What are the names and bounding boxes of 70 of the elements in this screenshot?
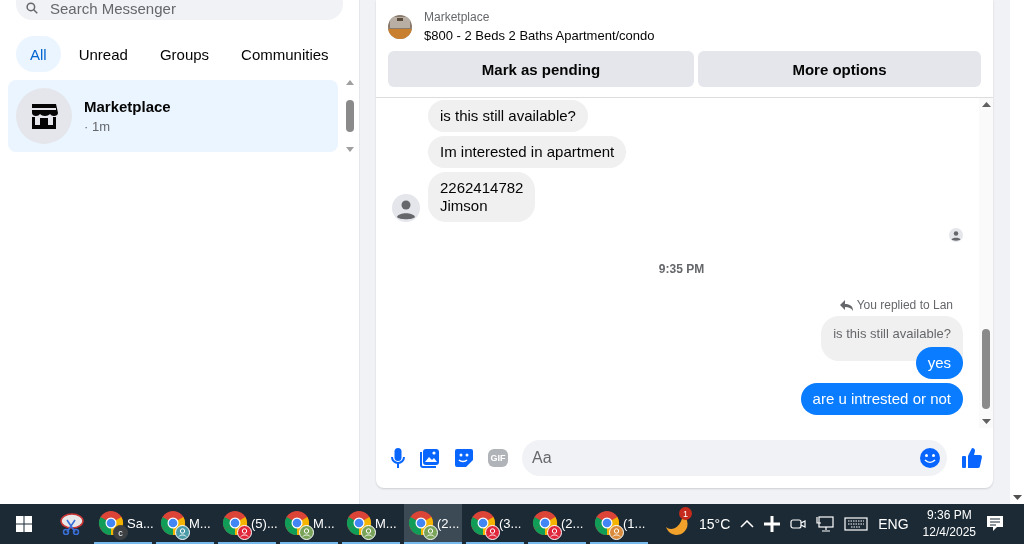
scroll-down-icon[interactable] (981, 419, 991, 424)
scroll-down-icon[interactable] (1012, 495, 1022, 500)
app-label: M... (313, 515, 335, 531)
scrollbar-thumb[interactable] (982, 329, 990, 409)
filter-tab[interactable]: All (16, 36, 61, 72)
camera-icon[interactable] (790, 516, 807, 532)
scissors-icon[interactable] (58, 513, 84, 535)
taskbar-app[interactable]: c Sa... (94, 504, 152, 544)
taskbar-app[interactable]: (1... (590, 504, 648, 544)
reply-icon (839, 299, 853, 311)
clock[interactable]: 9:36 PM 12/4/2025 (922, 507, 976, 541)
message-bubble: 2262414782 Jimson (428, 172, 536, 222)
image-icon[interactable] (420, 448, 440, 468)
emoji-icon[interactable] (919, 447, 941, 469)
search-field[interactable]: Search Messenger (16, 0, 343, 20)
clock-time: 9:36 PM (925, 507, 973, 524)
plus-icon[interactable] (764, 516, 781, 532)
notification-badge: 1 (679, 507, 692, 520)
message-bubble: are u intrested or not (800, 383, 963, 415)
listing-source: Marketplace (424, 10, 491, 24)
chat-time: · 1m (84, 119, 111, 134)
search-icon (26, 2, 38, 14)
app-label: (1... (623, 515, 646, 531)
app-label: M... (375, 515, 397, 531)
network-icon[interactable] (816, 516, 835, 532)
scrollbar[interactable] (344, 80, 356, 152)
message-bubble: yes (915, 347, 963, 379)
taskbar-app[interactable]: (5)... (218, 504, 276, 544)
reply-label: You replied to Lan (856, 298, 953, 312)
taskbar-app[interactable]: (3... (466, 504, 524, 544)
filter-tab[interactable]: Groups (145, 36, 224, 72)
quoted-message: is this still available? (821, 316, 963, 361)
keyboard-icon[interactable] (844, 517, 869, 531)
clock-date: 12/4/2025 (922, 524, 976, 541)
filter-tab[interactable]: Communities (227, 36, 343, 72)
taskbar-app[interactable]: (2... (404, 504, 462, 544)
filter-tab[interactable]: Unread (64, 36, 142, 72)
sticker-icon[interactable] (454, 448, 474, 468)
thumbs-up-icon[interactable] (961, 447, 983, 469)
language-indicator[interactable]: ENG (878, 516, 909, 532)
message-bubble: Im interested in apartment (428, 136, 627, 168)
notifications-icon[interactable] (986, 515, 1004, 533)
scroll-up-icon[interactable] (346, 80, 354, 85)
temperature: 15°C (699, 516, 731, 532)
scrollbar[interactable] (979, 98, 993, 428)
message-bubble: is this still available? (428, 100, 588, 132)
seen-avatar-icon (949, 228, 963, 242)
taskbar-app[interactable]: (2... (528, 504, 586, 544)
taskbar-app[interactable]: M... (280, 504, 338, 544)
windows-start-icon[interactable] (16, 516, 32, 532)
chevron-up-icon[interactable] (740, 520, 755, 528)
scroll-up-icon[interactable] (981, 102, 991, 107)
app-label: (5)... (251, 515, 278, 531)
app-label: M... (189, 515, 211, 531)
listing-title: $800 - 2 Beds 2 Baths Apartment/condo (424, 28, 655, 43)
taskbar-app[interactable]: M... (342, 504, 400, 544)
timestamp: 9:35 PM (658, 262, 705, 276)
chat-name: Marketplace (84, 98, 171, 115)
message-input[interactable]: Aa (522, 440, 947, 476)
more-options-button[interactable]: More options (698, 51, 981, 87)
app-label: (2... (437, 515, 460, 531)
scrollbar-thumb[interactable] (346, 100, 354, 132)
chat-item[interactable]: Marketplace · 1m (8, 80, 338, 152)
microphone-icon[interactable] (390, 448, 406, 468)
app-label: (2... (561, 515, 584, 531)
app-label: Sa... (127, 515, 154, 531)
taskbar-app[interactable]: M... (156, 504, 214, 544)
app-label: (3... (499, 515, 522, 531)
mark-pending-button[interactable]: Mark as pending (388, 51, 694, 87)
profile-badge: c (113, 525, 128, 540)
